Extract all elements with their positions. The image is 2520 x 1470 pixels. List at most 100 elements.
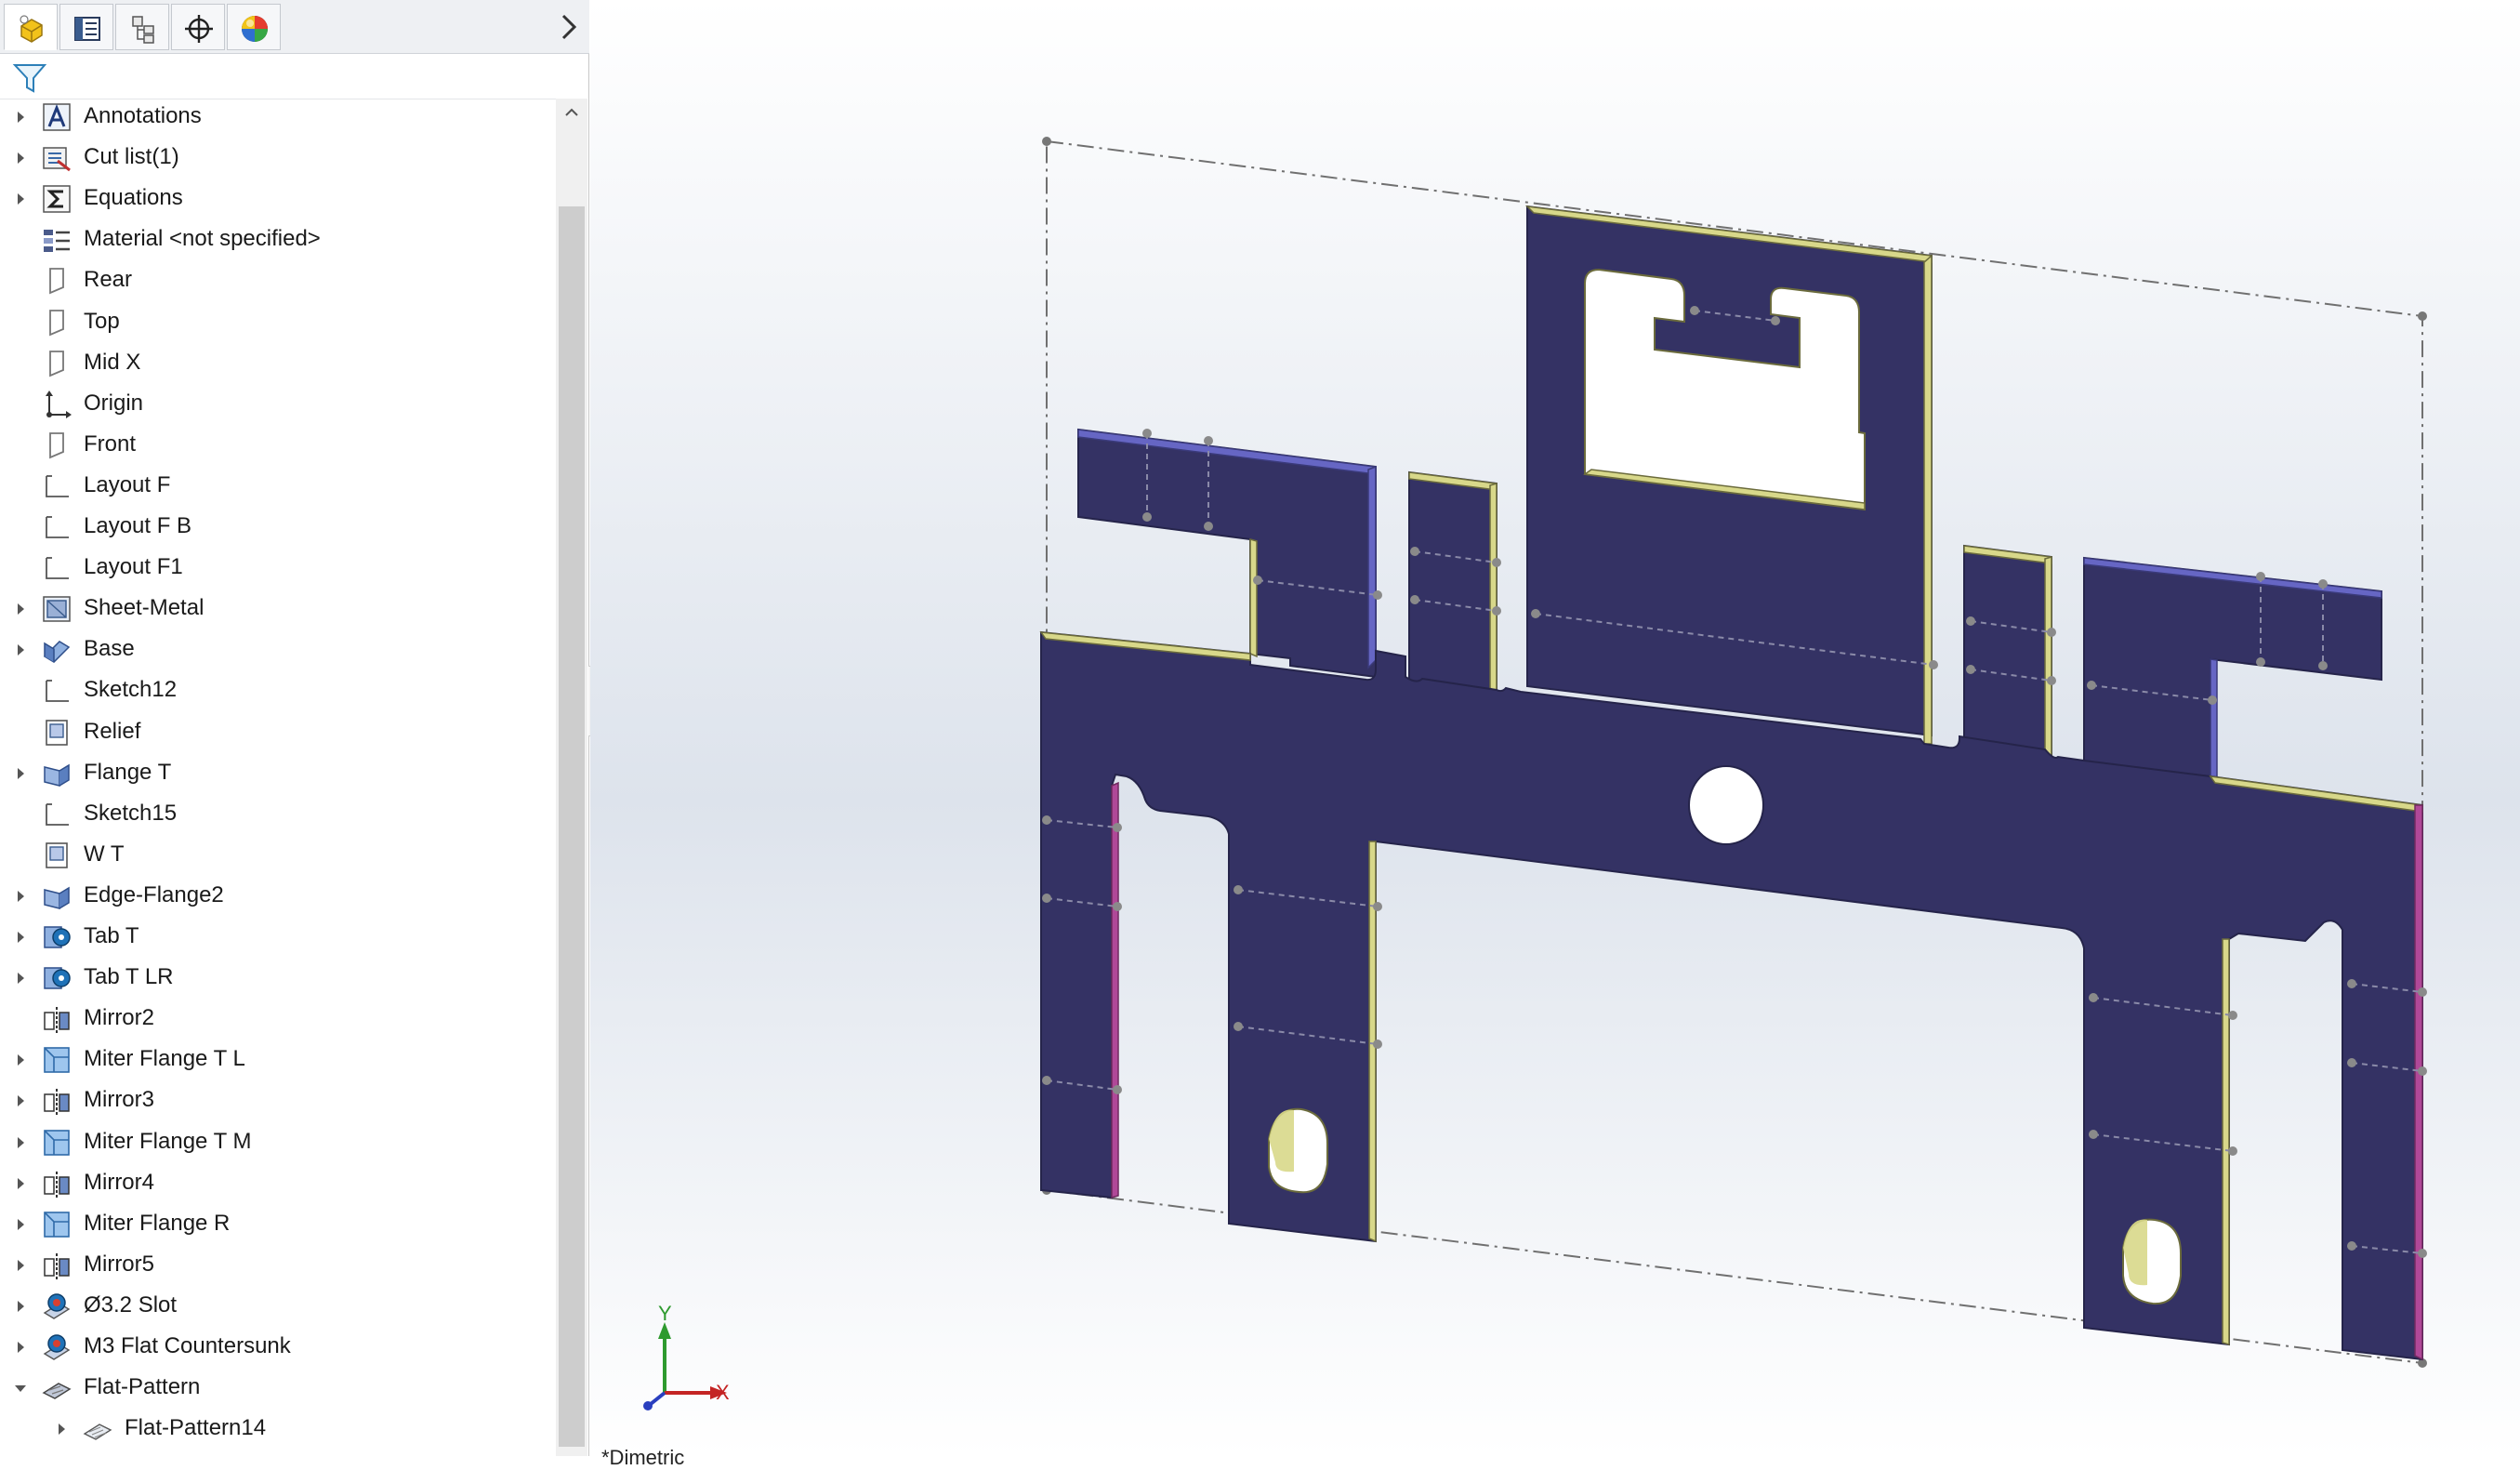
tree-item-mirror2[interactable]: Mirror2: [0, 999, 558, 1040]
caret-right-icon[interactable]: [11, 764, 30, 783]
top-flange-center[interactable]: [1524, 205, 1933, 745]
caret-right-icon[interactable]: [11, 149, 30, 167]
tree-item-label: Miter Flange R: [84, 1210, 231, 1236]
tree-item-tab-t[interactable]: Tab T: [0, 917, 558, 958]
graphics-viewport[interactable]: Y X: [590, 0, 2520, 1456]
tree-item-miter-flange-r[interactable]: Miter Flange R: [0, 1204, 558, 1245]
tree-scrollbar[interactable]: [556, 99, 587, 1456]
caret-right-icon[interactable]: [11, 887, 30, 906]
tree-item-annotations[interactable]: Annotations: [0, 99, 558, 138]
tree-item-mirror5[interactable]: Mirror5: [0, 1245, 558, 1286]
chevron-right-icon[interactable]: [558, 11, 580, 43]
tree-item-layout-f-b[interactable]: Layout F B: [0, 507, 558, 548]
caret-down-icon[interactable]: [11, 1379, 30, 1397]
tree-item-base[interactable]: Base: [0, 629, 558, 670]
tree-item-origin[interactable]: Origin: [0, 384, 558, 425]
tree-item-label: Flat-Pattern: [84, 1374, 201, 1400]
caret-right-icon[interactable]: [11, 1215, 30, 1234]
tree-item-w-t[interactable]: W T: [0, 835, 558, 876]
tree-item-sketch12[interactable]: Sketch12: [0, 670, 558, 711]
display-manager-tab[interactable]: [227, 4, 281, 50]
caret-right-icon[interactable]: [11, 1297, 30, 1316]
caret-right-icon[interactable]: [11, 600, 30, 618]
sketch-icon: [46, 474, 69, 497]
flat-pattern-child-icon: [83, 1424, 112, 1440]
tree-item-mid-x[interactable]: Mid X: [0, 343, 558, 384]
base-flange-icon: [43, 641, 71, 664]
tree-item-mirror4[interactable]: Mirror4: [0, 1163, 558, 1204]
tree-item-mirror3[interactable]: Mirror3: [0, 1080, 558, 1121]
model-view[interactable]: Y X: [590, 0, 2520, 1456]
tree-item-cut-list-1[interactable]: Cut list(1): [0, 138, 558, 179]
tree-item-miter-flange-t-l[interactable]: Miter Flange T L: [0, 1040, 558, 1080]
tree-item-flange-t[interactable]: Flange T: [0, 753, 558, 794]
plane-icon: [49, 431, 64, 459]
tree-item-label: Layout F: [84, 471, 171, 497]
caret-right-icon[interactable]: [11, 641, 30, 659]
tree-item-3-2-slot[interactable]: Ø3.2 Slot: [0, 1286, 558, 1327]
tree-item-layout-f1[interactable]: Layout F1: [0, 548, 558, 589]
tree-item-tab-t-lr[interactable]: Tab T LR: [0, 958, 558, 999]
feature-manager-icon: [20, 15, 43, 43]
caret-right-icon[interactable]: [11, 1174, 30, 1193]
tree-item-label: Flange T: [84, 759, 172, 785]
scrollbar-thumb[interactable]: [559, 206, 585, 1447]
caret-right-icon[interactable]: [11, 1256, 30, 1275]
sketch-icon: [46, 516, 69, 538]
equations-icon: [43, 185, 71, 213]
scroll-up-arrow-icon[interactable]: [563, 106, 580, 119]
tree-item-edge-flange2[interactable]: Edge-Flange2: [0, 876, 558, 917]
caret-right-icon[interactable]: [11, 1133, 30, 1152]
property-manager-tab[interactable]: [59, 4, 113, 50]
mirror-icon: [44, 1089, 70, 1116]
panel-tab-bar: [0, 0, 589, 54]
filter-icon[interactable]: [11, 60, 48, 97]
feature-manager-tab[interactable]: [4, 4, 58, 50]
tree-item-label: Material <not specified>: [84, 226, 321, 252]
configuration-manager-tab[interactable]: [115, 4, 169, 50]
flange-icon: [44, 886, 70, 909]
tree-item-miter-flange-t-m[interactable]: Miter Flange T M: [0, 1122, 558, 1163]
tree-item-material-not-specified[interactable]: Material <not specified>: [0, 219, 558, 260]
top-tab-right[interactable]: [1963, 544, 2052, 764]
tree-item-rear[interactable]: Rear: [0, 260, 558, 301]
plane-icon: [49, 350, 64, 377]
caret-right-icon[interactable]: [11, 1092, 30, 1110]
feature-tree: Annotations Cut list(1) Equations Material …: [0, 99, 558, 1456]
tree-item-label: Sketch15: [84, 800, 178, 826]
tree-item-equations[interactable]: Equations: [0, 179, 558, 219]
tree-item-sketch15[interactable]: Sketch15: [0, 794, 558, 835]
tree-item-label: M3 Flat Countersunk: [84, 1333, 291, 1358]
caret-right-icon[interactable]: [11, 190, 30, 208]
relief-icon: [46, 841, 68, 868]
caret-right-icon[interactable]: [11, 1338, 30, 1357]
sketch-icon: [46, 557, 69, 579]
tree-item-top[interactable]: Top: [0, 302, 558, 343]
tree-item-front[interactable]: Front: [0, 425, 558, 466]
tab-icon: [44, 967, 71, 989]
plane-icon: [49, 309, 64, 336]
caret-right-icon[interactable]: [11, 1051, 30, 1069]
caret-right-icon[interactable]: [11, 108, 30, 126]
top-tab-left[interactable]: [1408, 470, 1497, 695]
tree-item-label: Ø3.2 Slot: [84, 1291, 178, 1318]
dimxpert-manager-tab[interactable]: [171, 4, 225, 50]
caret-right-icon[interactable]: [11, 928, 30, 947]
caret-right-icon[interactable]: [52, 1420, 71, 1438]
tree-item-label: Miter Flange T M: [84, 1128, 252, 1154]
appearance-sphere-icon: [242, 16, 268, 42]
tree-item-label: Tab T LR: [84, 964, 174, 990]
tree-item-relief[interactable]: Relief: [0, 712, 558, 753]
tree-item-m3-flat-countersunk[interactable]: M3 Flat Countersunk: [0, 1327, 558, 1368]
caret-right-icon[interactable]: [11, 969, 30, 987]
tree-item-label: Rear: [84, 267, 133, 293]
feature-manager-panel: Annotations Cut list(1) Equations Material …: [0, 0, 589, 1456]
tree-item-sheet-metal[interactable]: Sheet-Metal: [0, 589, 558, 629]
miter-flange-icon: [44, 1047, 70, 1074]
plane-icon: [49, 268, 64, 295]
tree-item-layout-f[interactable]: Layout F: [0, 466, 558, 507]
tree-item-label: Sketch12: [84, 677, 178, 703]
tree-item-flat-pattern[interactable]: Flat-Pattern: [0, 1368, 558, 1409]
tree-item-label: Mirror4: [84, 1169, 154, 1195]
tree-item-flat-pattern14[interactable]: Flat-Pattern14: [0, 1409, 558, 1450]
